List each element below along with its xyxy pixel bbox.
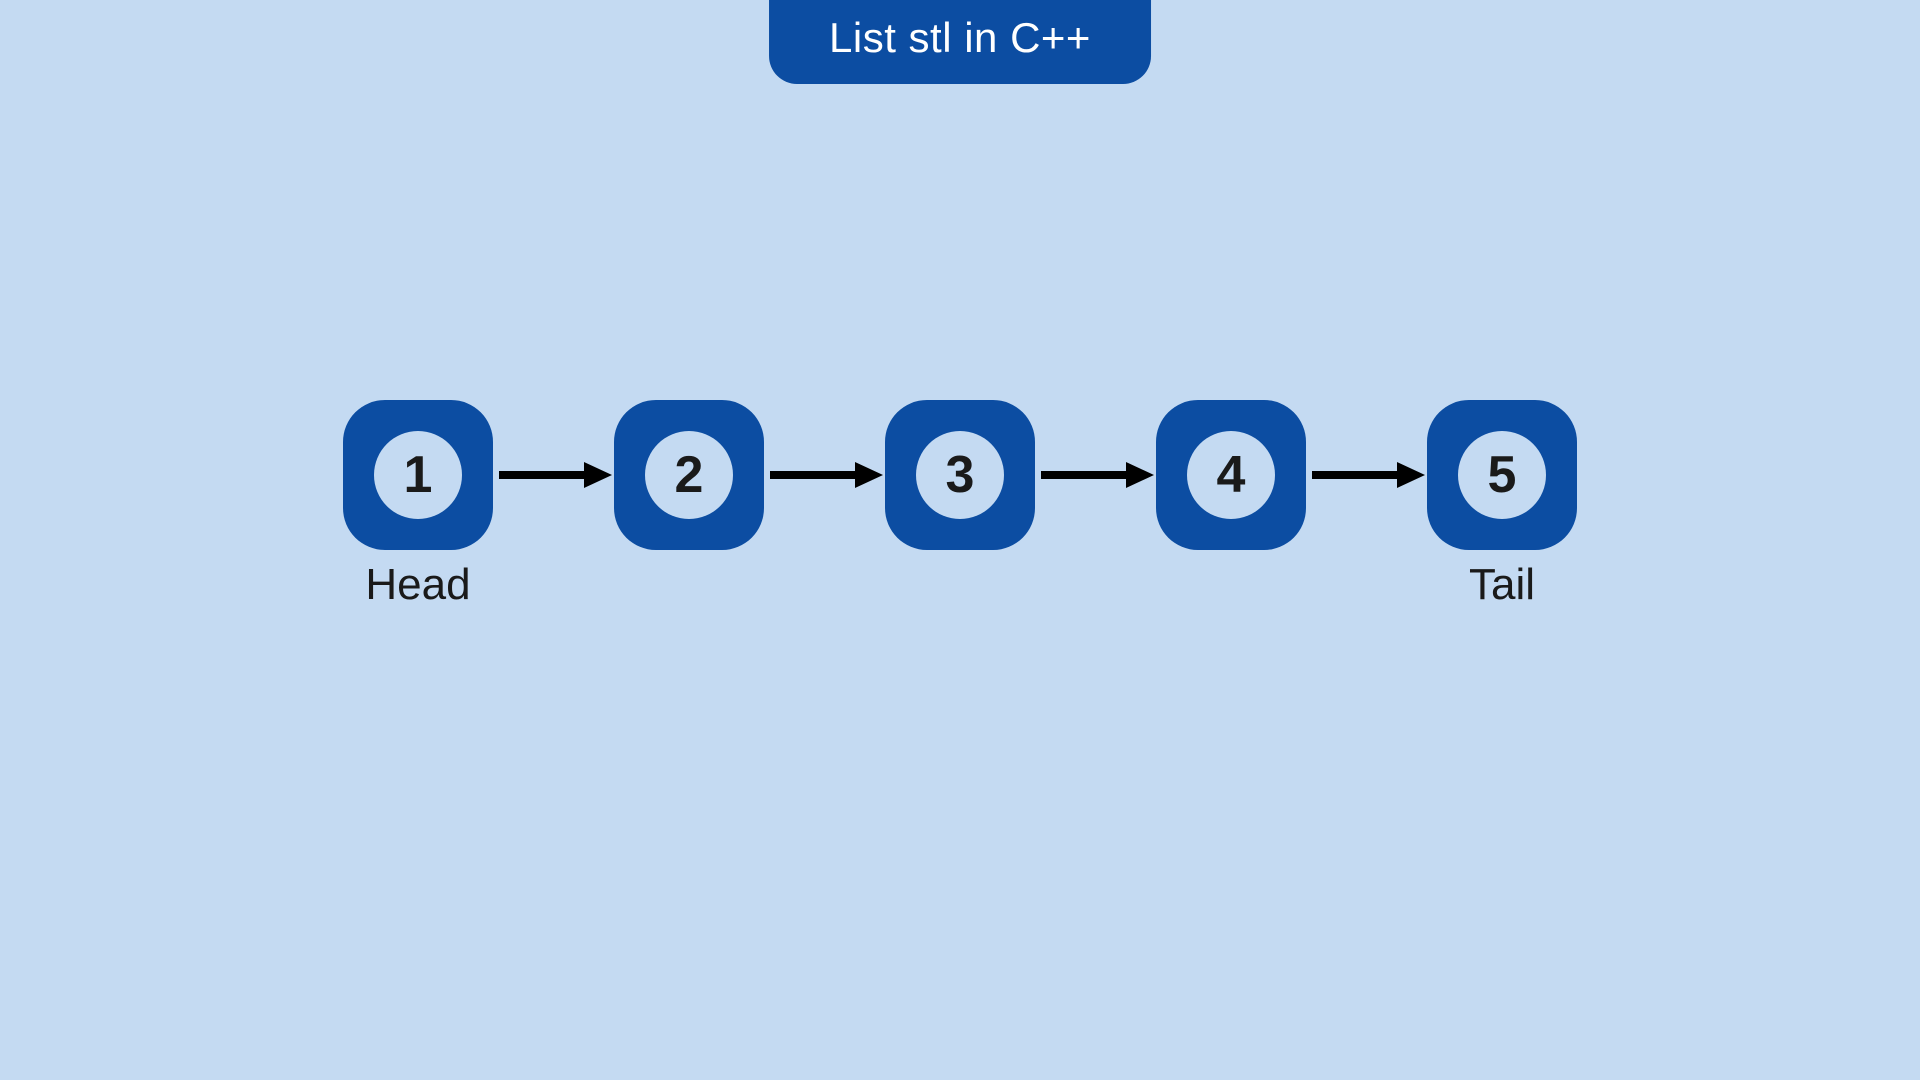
- node-box: 4: [1156, 400, 1306, 550]
- node-value: 3: [946, 445, 975, 505]
- list-node: 3: [885, 400, 1035, 550]
- arrow-icon: [762, 400, 887, 550]
- title-text: List stl in C++: [829, 14, 1091, 61]
- node-label-head: Head: [365, 560, 470, 610]
- arrow-icon: [1304, 400, 1429, 550]
- node-box: 3: [885, 400, 1035, 550]
- title-banner: List stl in C++: [769, 0, 1151, 84]
- node-value: 1: [404, 445, 433, 505]
- arrow-icon: [491, 400, 616, 550]
- list-node: 5 Tail: [1427, 400, 1577, 550]
- node-box: 5: [1427, 400, 1577, 550]
- node-value: 4: [1217, 445, 1246, 505]
- node-circle: 2: [645, 431, 733, 519]
- arrow-icon: [1033, 400, 1158, 550]
- node-circle: 5: [1458, 431, 1546, 519]
- node-value: 5: [1488, 445, 1517, 505]
- node-circle: 3: [916, 431, 1004, 519]
- list-node: 1 Head: [343, 400, 493, 550]
- linked-list-diagram: 1 Head 2 3 4: [343, 400, 1577, 550]
- node-circle: 1: [374, 431, 462, 519]
- node-box: 2: [614, 400, 764, 550]
- node-circle: 4: [1187, 431, 1275, 519]
- node-value: 2: [675, 445, 704, 505]
- list-node: 2: [614, 400, 764, 550]
- node-label-tail: Tail: [1469, 560, 1535, 610]
- list-node: 4: [1156, 400, 1306, 550]
- node-box: 1: [343, 400, 493, 550]
